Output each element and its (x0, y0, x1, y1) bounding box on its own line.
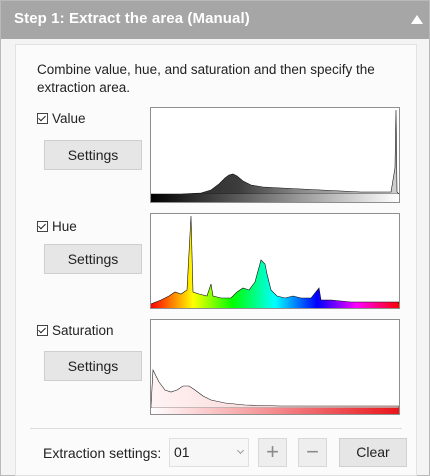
saturation-histogram-curve (151, 368, 399, 409)
remove-button[interactable]: − (298, 438, 327, 467)
value-histogram (150, 107, 400, 203)
extraction-settings-select[interactable]: 01 (169, 438, 249, 467)
panel-header[interactable]: Step 1: Extract the area (Manual) (1, 1, 429, 39)
hue-histogram (150, 213, 400, 309)
extraction-panel: Step 1: Extract the area (Manual) Combin… (0, 0, 430, 476)
clear-button[interactable]: Clear (339, 438, 407, 467)
add-button[interactable]: + (258, 438, 287, 467)
saturation-gradient-bar (151, 408, 399, 414)
saturation-histogram (150, 319, 400, 415)
value-label: Value (52, 111, 86, 126)
saturation-label: Saturation (52, 323, 114, 338)
select-value: 01 (174, 444, 190, 460)
description-text: Combine value, hue, and saturation and t… (37, 62, 375, 95)
hue-checkbox[interactable]: Hue (37, 219, 77, 234)
hue-label: Hue (52, 219, 77, 234)
saturation-checkbox[interactable]: Saturation (37, 323, 114, 338)
value-gradient-bar (151, 194, 399, 202)
panel-title: Step 1: Extract the area (Manual) (14, 10, 250, 27)
hue-gradient-bar (151, 304, 399, 308)
checkbox-checked-icon[interactable] (37, 113, 48, 124)
saturation-settings-button[interactable]: Settings (44, 351, 142, 381)
value-settings-button[interactable]: Settings (44, 140, 142, 170)
extraction-settings-label: Extraction settings: (43, 445, 162, 461)
value-histogram-curve (151, 109, 399, 195)
checkbox-checked-icon[interactable] (37, 325, 48, 336)
triangle-up-icon[interactable] (411, 15, 423, 24)
divider (30, 428, 402, 429)
panel-content: Combine value, hue, and saturation and t… (15, 44, 417, 476)
hue-settings-button[interactable]: Settings (44, 244, 142, 274)
hue-histogram-curve (151, 215, 399, 308)
checkbox-checked-icon[interactable] (37, 221, 48, 232)
value-checkbox[interactable]: Value (37, 111, 86, 126)
chevron-down-icon[interactable] (236, 446, 245, 455)
